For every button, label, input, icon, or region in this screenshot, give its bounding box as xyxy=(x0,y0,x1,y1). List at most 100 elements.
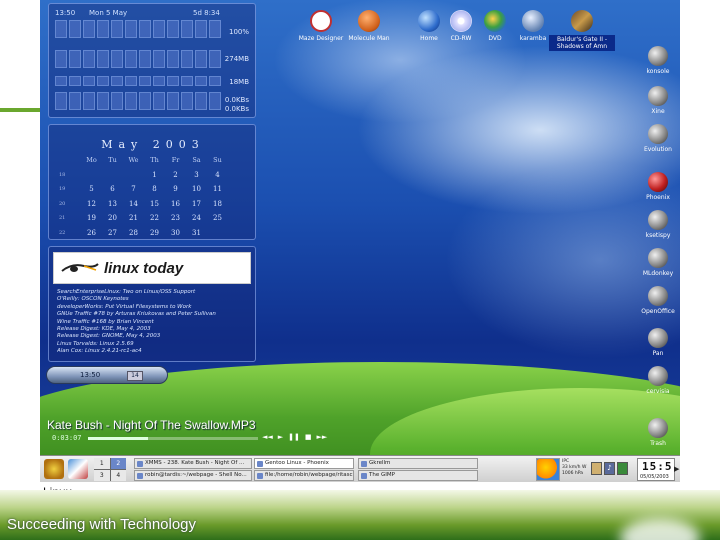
pan-desktop-icon[interactable]: Pan xyxy=(636,328,680,357)
molecule-man-desktop-icon[interactable]: Molecule Man xyxy=(339,10,399,42)
clock-pill-widget[interactable]: 13:50 14 xyxy=(46,366,168,384)
openoffice-desktop-icon[interactable]: OpenOffice xyxy=(636,286,680,315)
calendar-day[interactable]: 1 xyxy=(144,171,165,179)
news-link[interactable]: Alan Cox: Linux 2.4.21-rc1-ac4 xyxy=(57,348,253,355)
calendar-day[interactable]: 2 xyxy=(165,171,186,179)
meter-cell xyxy=(111,92,123,110)
cervisia-icon xyxy=(648,366,668,386)
calendar-day[interactable]: 5 xyxy=(81,185,102,193)
calendar-day[interactable]: 16 xyxy=(165,200,186,208)
calendar-day[interactable]: 7 xyxy=(123,185,144,193)
weekday-label: Mo xyxy=(86,156,97,165)
calendar-day[interactable]: 24 xyxy=(186,214,207,222)
monitor-time: 13:50 xyxy=(55,9,76,17)
taskbar-button[interactable]: The GIMP xyxy=(358,470,478,481)
taskbar-button[interactable]: XMMS - 238. Kate Bush - Night Of ... xyxy=(134,458,252,469)
tools-icon[interactable] xyxy=(68,459,88,479)
pager-desktop[interactable]: 3 xyxy=(94,470,110,481)
calendar-day[interactable]: 17 xyxy=(186,200,207,208)
meter-cell xyxy=(97,20,109,38)
news-link[interactable]: Linus Torvalds: Linux 2.5.69 xyxy=(57,341,253,348)
player-control-button[interactable]: ►► xyxy=(317,433,328,441)
mldonkey-desktop-icon[interactable]: MLdonkey xyxy=(636,248,680,277)
clipboard-icon[interactable] xyxy=(591,462,602,475)
player-control-button[interactable]: ► xyxy=(278,433,283,441)
pager-desktop[interactable]: 1 xyxy=(94,458,110,469)
calendar-day[interactable]: 22 xyxy=(144,214,165,222)
pager-desktop[interactable]: 4 xyxy=(110,470,126,481)
kde-menu-icon[interactable] xyxy=(44,459,64,479)
desktop-icon-label: Baldur's Gate II - Shadows of Amn xyxy=(549,35,615,51)
calendar-day[interactable]: 28 xyxy=(123,229,144,237)
news-link[interactable]: SearchEnterpriseLinux: Two on Linux/OSS … xyxy=(57,289,253,296)
calendar-year: 2003 xyxy=(152,138,205,151)
pager-desktop[interactable]: 2 xyxy=(110,458,126,469)
calendar-day[interactable]: 4 xyxy=(207,171,228,179)
news-link[interactable]: O'Reilly: OSCON Keynotes xyxy=(57,296,253,303)
cervisia-desktop-icon[interactable]: cervisia xyxy=(636,366,680,395)
taskbar-button[interactable]: Gkrellm xyxy=(358,458,478,469)
trash-desktop-icon[interactable]: Trash xyxy=(636,418,680,447)
news-link[interactable]: developerWorks: Put Virtual Filesystems … xyxy=(57,304,253,311)
player-control-button[interactable]: ■ xyxy=(305,433,312,441)
evolution-desktop-icon[interactable]: Evolution xyxy=(636,124,680,153)
calendar-month: May xyxy=(101,138,144,151)
phoenix-icon xyxy=(648,172,668,192)
konsole-desktop-icon[interactable]: konsole xyxy=(636,46,680,75)
baldurs-gate-desktop-icon[interactable]: Baldur's Gate II - Shadows of Amn xyxy=(549,10,615,51)
weather-icon[interactable] xyxy=(536,458,560,481)
calendar-day[interactable]: 12 xyxy=(81,200,102,208)
calendar-day[interactable]: 10 xyxy=(186,185,207,193)
calendar-day[interactable]: 30 xyxy=(165,229,186,237)
weekday-label: Tu xyxy=(108,156,117,165)
calendar-day[interactable]: 26 xyxy=(81,229,102,237)
openoffice-icon xyxy=(648,286,668,306)
news-link[interactable]: Release Digest: KDE, May 4, 2003 xyxy=(57,326,253,333)
calendar-day[interactable]: 11 xyxy=(207,185,228,193)
news-link[interactable]: Wine Traffic #168 by Brian Vincent xyxy=(57,319,253,326)
meter-cell xyxy=(83,76,95,86)
panel-clock[interactable]: 15:5 05/05/2003 xyxy=(637,458,675,481)
taskbar-button[interactable]: file:/home/robin/webpage/ritascreens xyxy=(254,470,354,481)
taskbar-button[interactable]: Gentoo Linux - Phoenix xyxy=(254,458,354,469)
calendar-day[interactable]: 6 xyxy=(102,185,123,193)
news-link[interactable]: GNUe Traffic #78 by Arturas Kriukovas an… xyxy=(57,311,253,318)
calendar-day[interactable]: 19 xyxy=(81,214,102,222)
calendar-day[interactable]: 21 xyxy=(123,214,144,222)
player-control-button[interactable]: ❚❚ xyxy=(288,433,300,441)
linux-today-logo[interactable]: linux today xyxy=(53,252,251,284)
meter-cell xyxy=(167,92,179,110)
calendar-day[interactable]: 18 xyxy=(207,200,228,208)
panel-arrow-icon[interactable]: ▶ xyxy=(674,465,679,473)
xine-desktop-icon[interactable]: Xine xyxy=(636,86,680,115)
weekday-label: Fr xyxy=(171,156,180,165)
calendar-day[interactable]: 8 xyxy=(144,185,165,193)
calendar-day[interactable]: 15 xyxy=(144,200,165,208)
player-control-button[interactable]: ◄◄ xyxy=(262,433,273,441)
calendar-day[interactable]: 20 xyxy=(102,214,123,222)
calendar-day[interactable]: 13 xyxy=(102,200,123,208)
weather-readout: IPC 33 km/h W 1006 hPa xyxy=(562,459,586,477)
penguin-swoosh-icon xyxy=(61,263,99,272)
cpu-value: 100% xyxy=(228,28,249,36)
taskbar-button[interactable]: robin@tardis:~/webpage - Shell No... xyxy=(134,470,252,481)
news-link[interactable]: Release Digest: GNOME, May 4, 2003 xyxy=(57,333,253,340)
now-playing-title: Kate Bush - Night Of The Swallow.MP3 xyxy=(47,418,256,432)
network-icon[interactable] xyxy=(617,462,628,475)
calendar-day[interactable]: 14 xyxy=(123,200,144,208)
calendar-day[interactable]: 9 xyxy=(165,185,186,193)
calendar-day[interactable]: 3 xyxy=(186,171,207,179)
seek-bar[interactable] xyxy=(88,437,258,440)
desktop-icon-label: konsole xyxy=(646,68,670,75)
volume-icon[interactable]: ♪ xyxy=(604,462,615,475)
monitor-uptime: 5d 8:34 xyxy=(193,9,220,17)
ksetispy-desktop-icon[interactable]: ksetispy xyxy=(636,210,680,239)
phoenix-desktop-icon[interactable]: Phoenix xyxy=(636,172,680,201)
konsole-icon xyxy=(648,46,668,66)
calendar-day[interactable]: 25 xyxy=(207,214,228,222)
calendar-day[interactable]: 27 xyxy=(102,229,123,237)
calendar-day[interactable]: 31 xyxy=(186,229,207,237)
calendar-day[interactable]: 23 xyxy=(165,214,186,222)
calendar-day[interactable]: 29 xyxy=(144,229,165,237)
meter-cell xyxy=(69,92,81,110)
